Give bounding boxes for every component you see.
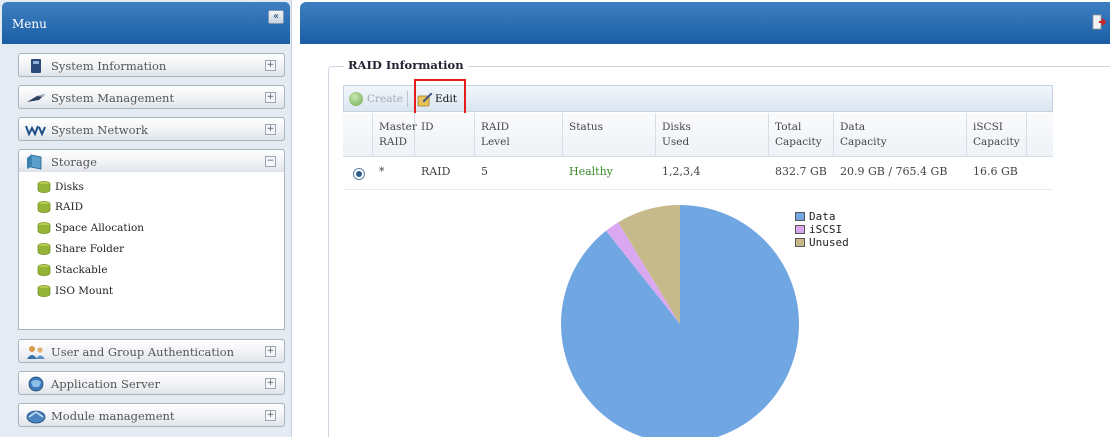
expand-icon[interactable]: + [265,60,276,71]
disk-stack-icon [37,181,51,193]
create-button-label: Create [367,93,403,105]
menu-item-label: System Management [51,91,175,105]
section-title: RAID Information [344,58,468,72]
expand-icon[interactable]: + [265,410,276,421]
legend-swatch [795,212,805,221]
menu-item-system-management[interactable]: System Management + [18,85,285,109]
storage-submenu: Disks RAID Space Allocation Share Folder [18,172,285,330]
menu-item-application-server[interactable]: Application Server + [18,371,285,395]
cell-data-capacity: 20.9 GB / 765.4 GB [840,165,948,178]
disk-stack-icon [37,285,51,297]
menu-item-storage[interactable]: Storage − [18,149,285,173]
expand-icon[interactable]: + [265,346,276,357]
collapse-menu-button[interactable]: « [268,10,284,24]
legend-swatch [795,225,805,234]
column-header-iscsi-capacity[interactable]: iSCSI Capacity [967,113,1027,157]
column-header-data-capacity[interactable]: Data Capacity [834,113,967,157]
cell-total-capacity: 832.7 GB [775,165,827,178]
expand-icon[interactable]: + [265,124,276,135]
column-header-raid-level[interactable]: RAID Level [475,113,563,157]
menu-item-system-network[interactable]: System Network + [18,117,285,141]
menu-item-user-group-authentication[interactable]: User and Group Authentication + [18,339,285,363]
cell-id: RAID [421,165,451,178]
row-radio-button[interactable] [353,168,365,180]
row-select-cell [343,158,373,190]
cell-raid-level: 5 [481,165,488,178]
logout-icon[interactable] [1092,14,1106,30]
sidebar: Menu « System Information + System Manag… [0,0,292,437]
toolbar-separator [407,91,408,107]
system-network-icon [25,125,46,137]
submenu-item-label: Share Folder [55,243,125,255]
menu-item-module-management[interactable]: Module management + [18,403,285,427]
submenu-item-label: RAID [55,201,84,213]
application-server-icon [28,376,44,392]
menu-item-system-information[interactable]: System Information + [18,53,285,77]
collapse-icon[interactable]: − [265,156,276,167]
disk-stack-icon [37,222,51,234]
table-row[interactable]: * RAID 5 Healthy 1,2,3,4 832.7 GB 20.9 G… [343,158,1053,190]
system-information-icon [31,59,41,73]
raid-table-header: Master RAID ID RAID Level Status Disks U… [343,113,1053,157]
submenu-item-label: Disks [55,181,84,193]
menu-item-label: System Network [51,123,148,137]
column-header-total-capacity[interactable]: Total Capacity [769,113,834,157]
sidebar-title: Menu [12,17,47,31]
column-header-master-raid[interactable]: Master RAID [373,113,417,157]
legend-swatch [795,238,805,247]
disk-stack-icon [37,264,51,276]
add-icon [349,92,363,106]
expand-icon[interactable]: + [265,92,276,103]
sidebar-header: Menu « [2,2,290,44]
column-header-status[interactable]: Status [563,113,656,157]
legend-label: Data [809,210,836,223]
column-header-id[interactable]: ID [415,113,475,157]
expand-icon[interactable]: + [265,378,276,389]
select-column-header [343,113,373,157]
cell-disks-used: 1,2,3,4 [662,165,701,178]
submenu-item-label: Space Allocation [55,222,145,234]
storage-icon [27,154,42,170]
legend-label: iSCSI [809,223,843,236]
menu-item-label: Storage [51,155,97,169]
system-management-icon [27,94,45,102]
pie-svg [561,205,799,440]
menu-item-label: Application Server [51,377,160,391]
legend-label: Unused [809,236,849,249]
column-header-disks-used[interactable]: Disks Used [656,113,769,157]
menu-item-label: User and Group Authentication [51,345,235,359]
menu-item-label: System Information [51,59,167,73]
cell-master-raid: * [379,165,385,178]
module-management-icon [26,410,46,424]
submenu-item-label: Stackable [55,264,108,276]
disk-stack-icon [37,201,51,213]
disk-stack-icon [37,243,51,255]
menu-item-label: Module management [51,409,175,423]
cell-iscsi-capacity: 16.6 GB [973,165,1018,178]
submenu-item-label: ISO Mount [55,285,114,297]
capacity-pie-chart [560,204,800,440]
cell-status: Healthy [569,165,613,178]
main-header [300,2,1110,44]
user-group-icon [27,346,45,359]
